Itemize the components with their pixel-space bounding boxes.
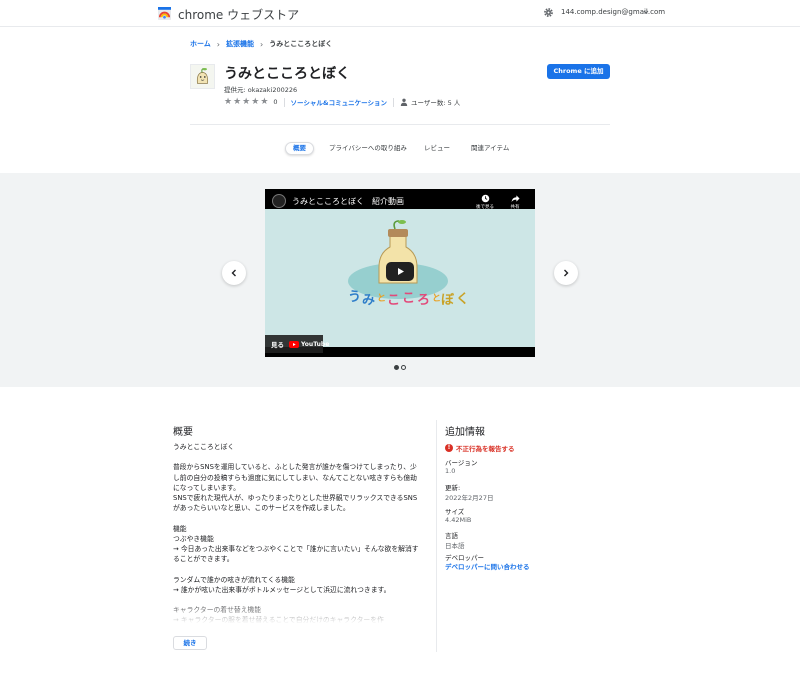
gear-icon[interactable] xyxy=(543,7,554,18)
breadcrumb-separator-icon: › xyxy=(216,39,220,49)
updated-value: 2022年2月27日 xyxy=(445,494,494,502)
svg-text:み: み xyxy=(362,293,375,308)
share-label: 共有 xyxy=(510,205,520,210)
watch-later-label: 後で見る xyxy=(476,205,494,210)
channel-avatar[interactable] xyxy=(272,194,286,208)
tab-reviews[interactable]: レビュー xyxy=(424,142,450,155)
chrome-web-store-logo-icon[interactable] xyxy=(158,7,171,20)
column-divider xyxy=(436,420,437,652)
account-email[interactable]: 144.comp.design@gmail.com xyxy=(561,8,665,16)
svg-text:こ: こ xyxy=(387,293,400,308)
breadcrumb-home[interactable]: ホーム xyxy=(190,39,211,49)
user-count: ユーザー数: 5 人 xyxy=(410,99,461,107)
language-value: 日本語 xyxy=(445,542,465,550)
svg-text:く: く xyxy=(456,292,469,307)
breadcrumb-extensions[interactable]: 拡張機能 xyxy=(226,39,254,49)
version-label: バージョン xyxy=(445,459,478,467)
item-title: うみとこころとぼく xyxy=(224,66,350,82)
breadcrumb: ホーム › 拡張機能 › うみとこころとぼく xyxy=(190,39,332,49)
gallery-next-button[interactable] xyxy=(554,261,578,285)
star-icon: ★ xyxy=(251,96,260,107)
tab-privacy[interactable]: プライバシーへの取り組み xyxy=(329,142,407,155)
chevron-down-icon[interactable] xyxy=(643,9,649,15)
svg-text:と: と xyxy=(432,293,441,304)
star-icon: ★ xyxy=(224,96,233,107)
gallery-previous-button[interactable] xyxy=(222,261,246,285)
add-to-chrome-button[interactable]: Chrome に追加 xyxy=(547,64,610,79)
item-meta: ★ ★ ★ ★ ★ 0 ソーシャル&コミュニケーション ユーザー数: 5 人 xyxy=(224,97,460,107)
chevron-left-icon xyxy=(231,269,236,277)
gallery-pagination xyxy=(394,365,406,370)
share-button[interactable]: 共有 xyxy=(503,194,527,210)
description-fade xyxy=(173,600,433,624)
chevron-right-icon xyxy=(564,269,569,277)
show-more-button[interactable]: 続き xyxy=(173,636,207,650)
video-player[interactable]: う み と こ こ ろ と ぼ く うみとこころとぼく 紹介動画 後で見る 共有… xyxy=(265,189,535,357)
divider xyxy=(283,97,285,107)
youtube-label: YouTube xyxy=(301,340,330,348)
share-icon xyxy=(511,195,520,203)
video-title[interactable]: うみとこころとぼく 紹介動画 xyxy=(292,196,404,207)
play-button[interactable] xyxy=(386,262,414,281)
tab-related[interactable]: 関連アイテム xyxy=(471,142,509,155)
version-value: 1.0 xyxy=(445,467,456,475)
youtube-icon xyxy=(289,340,299,348)
category-link[interactable]: ソーシャル&コミュニケーション xyxy=(291,97,387,107)
size-value: 4.42MiB xyxy=(445,516,472,524)
top-bar: chrome ウェブストア 144.comp.design@gmail.com xyxy=(0,0,800,27)
contact-developer-link[interactable]: デベロッパーに問い合わせる xyxy=(445,561,530,571)
updated-label: 更新: xyxy=(445,484,461,492)
tab-overview[interactable]: 概要 xyxy=(285,142,314,155)
language-label: 言語 xyxy=(445,532,458,540)
gallery-dot[interactable] xyxy=(401,365,406,370)
size-label: サイズ xyxy=(445,508,465,516)
extension-icon xyxy=(190,64,215,89)
watch-label: 見る xyxy=(271,341,284,349)
gallery-dot-active[interactable] xyxy=(394,365,399,370)
clock-icon xyxy=(481,194,489,203)
svg-text:ぼ: ぼ xyxy=(441,293,455,308)
provider-label: 提供元: okazaki200226 xyxy=(224,86,298,94)
svg-text:こ: こ xyxy=(402,291,415,306)
overview-description: うみとこころとぼく 普段からSNSを運用していると、ふとした発言が誰かを傷つけて… xyxy=(173,443,419,623)
report-abuse-label: 不正行為を報告する xyxy=(456,445,515,453)
svg-text:う: う xyxy=(348,290,361,305)
report-abuse-link[interactable]: ! 不正行為を報告する xyxy=(445,443,515,453)
breadcrumb-current: うみとこころとぼく xyxy=(269,40,333,48)
user-icon xyxy=(400,98,408,106)
divider xyxy=(392,97,394,107)
store-title[interactable]: chrome ウェブストア xyxy=(178,6,299,23)
breadcrumb-separator-icon: › xyxy=(260,39,264,49)
watch-on-youtube-button[interactable]: 見る YouTube xyxy=(265,335,329,353)
star-icon: ★ xyxy=(242,96,251,107)
divider xyxy=(190,124,610,125)
additional-info-heading: 追加情報 xyxy=(445,427,485,438)
overview-heading: 概要 xyxy=(173,427,193,438)
youtube-logo: YouTube xyxy=(289,340,330,348)
star-icon: ★ xyxy=(260,96,269,107)
svg-text:ろ: ろ xyxy=(417,293,430,308)
rating-stars[interactable]: ★ ★ ★ ★ ★ xyxy=(224,96,269,107)
watch-later-button[interactable]: 後で見る xyxy=(473,194,497,210)
alert-icon: ! xyxy=(445,444,453,452)
rating-count: 0 xyxy=(273,98,278,106)
play-icon xyxy=(397,268,404,275)
svg-text:と: と xyxy=(377,293,386,304)
star-icon: ★ xyxy=(233,96,242,107)
